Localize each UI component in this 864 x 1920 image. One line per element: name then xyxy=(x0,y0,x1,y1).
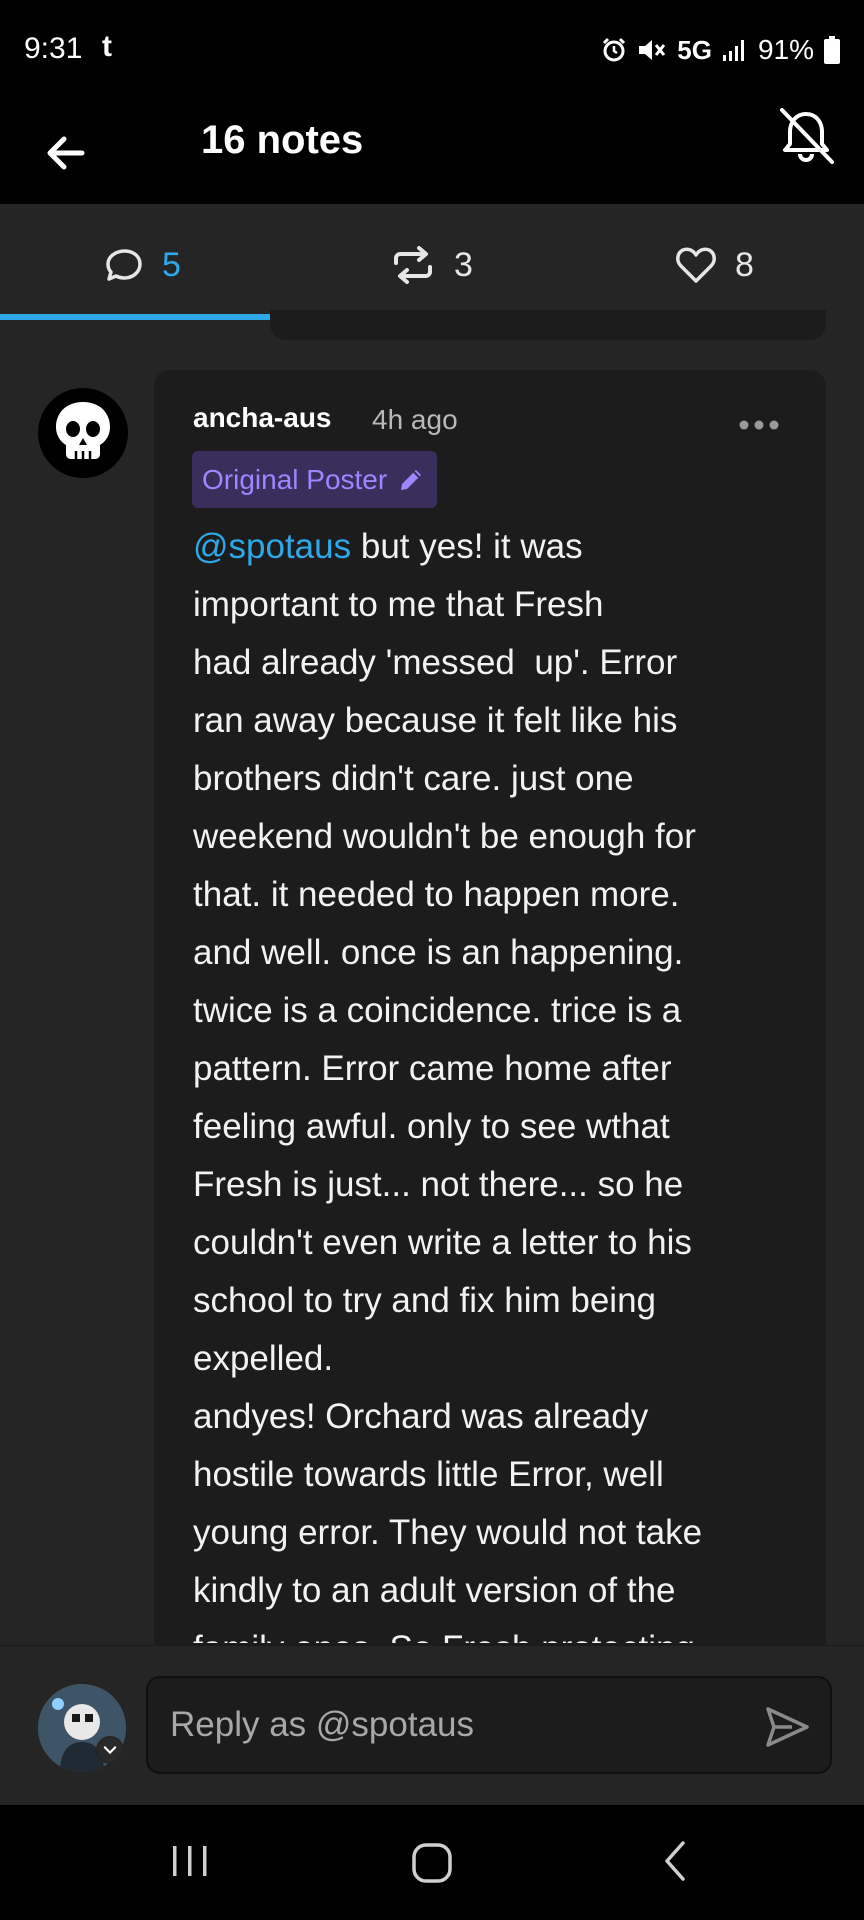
likes-count: 8 xyxy=(735,245,754,284)
status-bar: 9:31 t 5G 91% xyxy=(0,0,864,100)
original-poster-badge: Original Poster xyxy=(192,451,438,508)
back-icon[interactable] xyxy=(655,1839,695,1883)
bell-off-icon[interactable] xyxy=(774,104,838,168)
reblogs-count: 3 xyxy=(454,245,473,284)
post-body: @spotaus but yes! it was important to me… xyxy=(193,518,793,1643)
status-icons: 5G 91% xyxy=(601,30,840,70)
battery-percent: 91% xyxy=(757,34,814,65)
notes-tabs: 5 3 8 xyxy=(0,204,864,320)
heart-icon xyxy=(676,247,716,283)
chevron-down-icon[interactable] xyxy=(96,1736,124,1764)
replies-count: 5 xyxy=(162,245,181,284)
comment-icon xyxy=(106,249,142,281)
network-type: 5G xyxy=(677,34,712,65)
home-icon[interactable] xyxy=(410,1841,454,1885)
battery-icon xyxy=(824,36,840,64)
arrow-left-icon[interactable] xyxy=(40,128,90,178)
app-header: 16 notes xyxy=(0,100,864,204)
tumblr-notification-icon: t xyxy=(102,30,112,63)
reply-input[interactable]: Reply as @spotaus xyxy=(146,1676,832,1774)
pencil-icon xyxy=(401,469,422,490)
reply-placeholder: Reply as @spotaus xyxy=(170,1705,475,1744)
tab-reblogs[interactable]: 3 xyxy=(390,240,473,290)
author-avatar-skull-icon[interactable] xyxy=(38,388,128,478)
reblog-icon xyxy=(394,246,432,284)
status-time: 9:31 xyxy=(24,32,83,65)
post-text: but yes! it was important to me that Fre… xyxy=(193,527,703,1643)
page-title: 16 notes xyxy=(201,118,364,162)
more-options-icon[interactable] xyxy=(738,412,780,438)
mute-icon xyxy=(639,40,666,60)
recent-apps-icon[interactable] xyxy=(170,1841,210,1881)
tab-replies[interactable]: 5 xyxy=(104,240,181,290)
reply-bar: Reply as @spotaus xyxy=(0,1645,864,1805)
signal-icon xyxy=(722,40,744,61)
post-author[interactable]: ancha-aus xyxy=(193,402,332,434)
post-time: 4h ago xyxy=(372,404,458,435)
tab-likes[interactable]: 8 xyxy=(675,240,754,290)
system-nav-bar xyxy=(0,1805,864,1920)
alarm-icon xyxy=(603,37,626,62)
previous-note-card xyxy=(270,310,826,340)
send-icon[interactable] xyxy=(762,1702,812,1752)
mention-link[interactable]: @spotaus xyxy=(193,527,351,566)
badge-label: Original Poster xyxy=(202,463,388,495)
active-tab-indicator xyxy=(0,314,288,320)
